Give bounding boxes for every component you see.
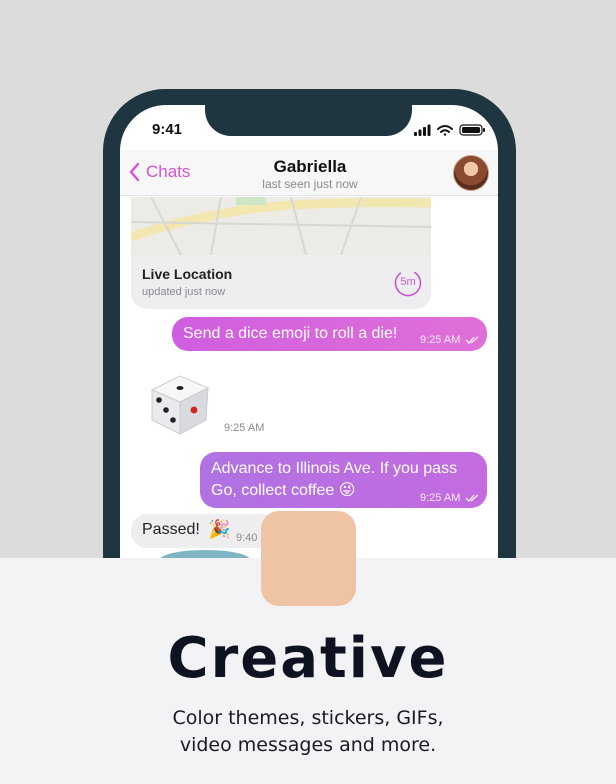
location-title: Live Location [142,266,233,282]
signal-icon [414,124,431,136]
contact-name[interactable]: Gabriella [200,157,420,177]
timer-label: 5m [400,276,416,288]
location-subtitle: updated just now [142,286,226,298]
map-thumbnail [131,197,431,255]
incoming-message[interactable]: Passed! 🎉 9:40 [131,514,281,548]
party-emoji: 🎉 [208,519,231,539]
double-check-icon [465,336,479,344]
phone-notch [205,89,412,136]
promo-headline: Creative [167,626,449,691]
message-text: Send a dice emoji to roll a die! [183,325,398,342]
status-icons [414,124,485,136]
message-time: 9:25 AM [420,492,461,504]
contact-status: last seen just now [262,177,358,191]
wifi-icon [437,125,453,136]
app-icon [261,511,356,606]
promo-subline: Color themes, stickers, GIFs, video mess… [0,705,616,759]
status-time: 9:41 [152,121,183,138]
double-check-icon [465,494,479,502]
message-time: 9:40 [236,532,258,544]
promo-subline-line-1: Color themes, stickers, GIFs, [172,707,444,729]
message-time: 9:25 AM [420,334,461,346]
outgoing-message[interactable]: Advance to Illinois Ave. If you pass Go,… [200,452,487,508]
promo-subline-line-2: video messages and more. [179,734,437,756]
battery-icon [459,124,485,136]
back-label: Chats [146,162,191,181]
chevron-left-icon [129,162,140,182]
dice-sticker[interactable] [144,366,216,438]
back-button[interactable]: Chats [128,162,190,182]
message-time: 9:25 AM [224,422,265,434]
avatar[interactable] [453,155,489,191]
message-text: Passed! [142,521,200,538]
outgoing-message[interactable]: Send a dice emoji to roll a die! 9:25 AM [172,317,487,351]
